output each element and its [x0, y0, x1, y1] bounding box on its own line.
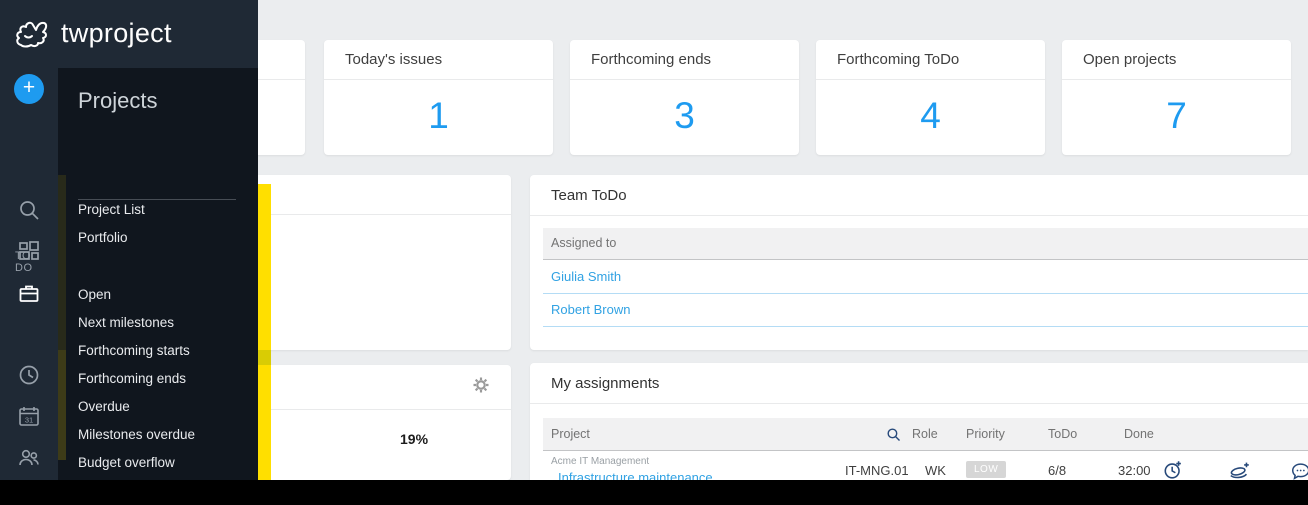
- people-icon[interactable]: [17, 445, 41, 469]
- chart-bar-segment: [258, 350, 271, 365]
- priority-badge: LOW: [966, 460, 1007, 478]
- comment-bubble-icon[interactable]: [1290, 462, 1308, 481]
- stat-card-open-projects[interactable]: Open projects 7: [1062, 40, 1291, 155]
- column-search-icon[interactable]: [885, 426, 902, 443]
- menu-item-project-list[interactable]: Project List: [78, 201, 145, 219]
- projects-briefcase-icon[interactable]: [17, 281, 41, 305]
- column-priority: Priority: [966, 427, 1005, 441]
- role-value: WK: [925, 463, 946, 478]
- menu-item-overdue[interactable]: Overdue: [78, 398, 130, 416]
- chart-bar-segment: [258, 184, 271, 350]
- menu-item-forthcoming-ends[interactable]: Forthcoming ends: [78, 370, 186, 388]
- project-code: IT-MNG.01: [845, 463, 909, 478]
- stat-card-forthcoming-todo[interactable]: Forthcoming ToDo 4: [816, 40, 1045, 155]
- add-button[interactable]: +: [14, 74, 44, 104]
- done-value: 32:00: [1118, 463, 1151, 478]
- assignee-link[interactable]: Robert Brown: [551, 302, 630, 317]
- app-header: twproject: [0, 0, 258, 68]
- column-todo: ToDo: [1048, 427, 1078, 441]
- stat-card-title: Today's issues: [324, 40, 553, 80]
- todo-icon[interactable]: TO DO: [15, 250, 33, 274]
- todo-icon-line1: TO: [15, 250, 32, 262]
- my-assignments-header-row: Project Role Priority ToDo Done: [543, 418, 1308, 451]
- gear-icon[interactable]: [471, 375, 491, 395]
- chart-bar-segment: [258, 365, 271, 480]
- column-role: Role: [912, 427, 938, 441]
- stat-card-value: 7: [1166, 95, 1187, 136]
- twproject-logo-hand-icon[interactable]: [13, 15, 53, 53]
- stat-card-forthcoming-ends[interactable]: Forthcoming ends 3: [570, 40, 799, 155]
- plus-icon: +: [22, 76, 36, 99]
- todo-icon-line2: DO: [15, 262, 33, 274]
- stat-card-todays-issues[interactable]: Today's issues 1: [324, 40, 553, 155]
- menu-item-open[interactable]: Open: [78, 286, 111, 304]
- menu-item-milestones-overdue[interactable]: Milestones overdue: [78, 426, 195, 444]
- team-todo-panel: Team ToDo Assigned to Giulia Smith Rober…: [530, 175, 1308, 350]
- hand-plus-icon[interactable]: [1228, 460, 1252, 481]
- twproject-dashboard: Today's issues 1 Forthcoming ends 3 Fort…: [0, 0, 1308, 505]
- progress-percent-label: 19%: [400, 431, 429, 447]
- chart-bar-yellow: [258, 184, 271, 480]
- stat-card-title: Forthcoming ends: [570, 40, 799, 80]
- chart-bar-behind-menu: [58, 175, 66, 350]
- chart-bar-behind-menu: [58, 350, 66, 460]
- team-todo-row[interactable]: Robert Brown: [543, 294, 1308, 327]
- project-parent-label: Acme IT Management: [551, 456, 650, 467]
- calendar-day-label: 31: [25, 416, 33, 425]
- clock-icon[interactable]: [17, 363, 41, 387]
- column-assigned-to: Assigned to: [551, 236, 617, 250]
- stat-card-value: 4: [920, 95, 941, 136]
- stat-card-title: Forthcoming ToDo: [816, 40, 1045, 80]
- column-done: Done: [1124, 427, 1154, 441]
- flyout-title: Projects: [78, 88, 158, 113]
- team-todo-header-row: Assigned to: [543, 228, 1308, 260]
- column-project: Project: [551, 427, 590, 441]
- assignee-link[interactable]: Giulia Smith: [551, 269, 621, 284]
- stat-card-value: 3: [674, 95, 695, 136]
- stat-card-title: Open projects: [1062, 40, 1291, 80]
- menu-item-budget-overflow[interactable]: Budget overflow: [78, 454, 175, 472]
- menu-item-next-milestones[interactable]: Next milestones: [78, 314, 174, 332]
- team-todo-title: Team ToDo: [530, 175, 1308, 216]
- team-todo-row[interactable]: Giulia Smith: [543, 261, 1308, 294]
- brand-name: twproject: [61, 18, 172, 48]
- menu-item-forthcoming-starts[interactable]: Forthcoming starts: [78, 342, 190, 360]
- menu-item-portfolio[interactable]: Portfolio: [78, 229, 128, 247]
- add-worklog-clock-icon[interactable]: [1163, 459, 1185, 481]
- sidebar-icon-rail: + TO DO 31: [0, 68, 58, 505]
- menu-divider: [78, 199, 236, 200]
- letterbox-bottom: [0, 480, 1308, 505]
- search-icon[interactable]: [17, 198, 41, 222]
- my-assignments-title: My assignments: [530, 363, 1308, 404]
- stat-card-value: 1: [428, 95, 449, 136]
- calendar-icon[interactable]: 31: [17, 404, 41, 428]
- projects-flyout-menu: Projects Project List Portfolio Open Nex…: [58, 68, 258, 498]
- todo-value: 6/8: [1048, 463, 1067, 478]
